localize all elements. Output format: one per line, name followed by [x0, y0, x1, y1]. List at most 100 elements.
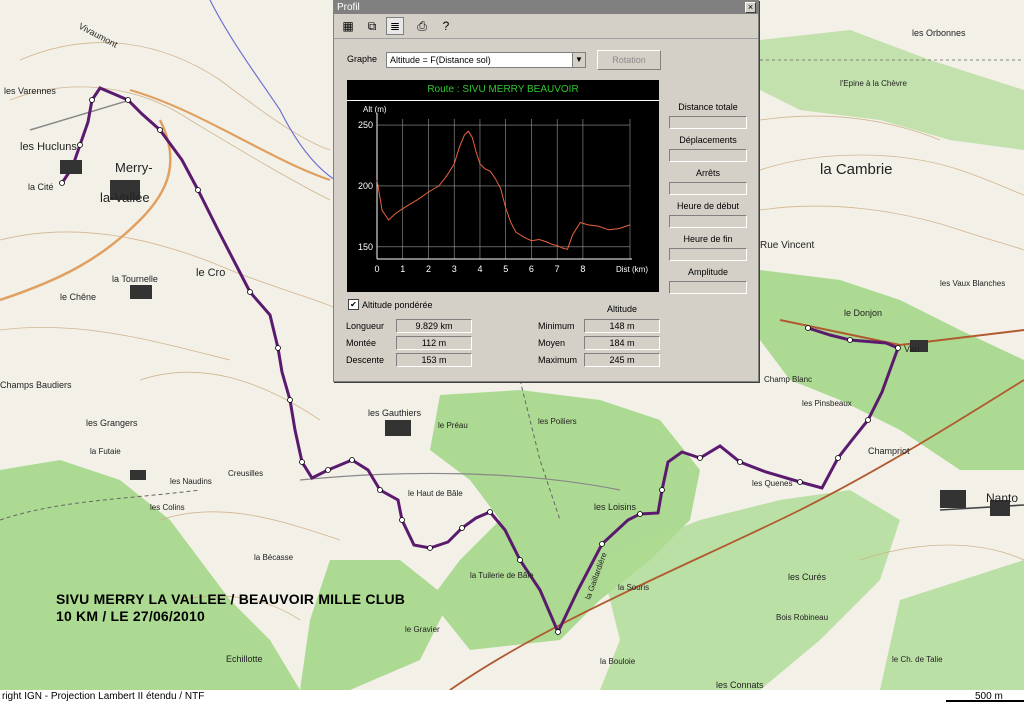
route-caption: SIVU MERRY LA VALLEE / BEAUVOIR MILLE CL…	[56, 591, 405, 625]
x-axis-label: Dist (km)	[616, 265, 648, 274]
help-icon[interactable]: ?	[438, 18, 454, 34]
grid-icon[interactable]: ▦	[340, 18, 356, 34]
place-pinsbeaux: les Pinsbeaux	[802, 399, 852, 408]
x-tick-label: 4	[477, 264, 482, 274]
maximum-value: 245 m	[584, 353, 660, 367]
place-vau: Vau	[904, 344, 919, 354]
altitude-ponderee-label: Altitude pondérée	[362, 300, 433, 310]
place-tournelle: la Tournelle	[112, 274, 158, 284]
descente-label: Descente	[346, 355, 385, 365]
place-bouloie: la Bouloie	[600, 657, 636, 666]
montee-label: Montée	[346, 338, 377, 348]
y-tick-label: 150	[358, 242, 373, 252]
minimum-label: Minimum	[538, 321, 575, 331]
copyright-text: right IGN - Projection Lambert II étendu…	[2, 691, 205, 702]
window-title: Profil	[337, 2, 360, 13]
descente-value: 153 m	[396, 353, 472, 367]
place-nanto: Nanto	[986, 491, 1018, 505]
place-preau: le Préau	[438, 421, 468, 430]
summary-label: Arrêts	[695, 168, 720, 178]
place-vauxblanches: les Vaux Blanches	[940, 279, 1005, 288]
summary-label: Distance totale	[678, 102, 738, 112]
elevation-series-line	[376, 130, 631, 250]
place-cro: le Cro	[196, 267, 225, 279]
print-icon[interactable]: ⎙	[414, 18, 430, 34]
place-chene: le Chêne	[60, 292, 96, 302]
x-tick-label: 5	[503, 264, 508, 274]
summary-value-box	[669, 281, 747, 294]
profile-window[interactable]: Profil × ▦ ⧉ ≣ ⎙ ? Graphe Altitude = F(D…	[333, 0, 759, 382]
place-gravier: le Gravier	[405, 625, 440, 634]
place-colins: les Colins	[150, 503, 185, 512]
place-ruevincent: Rue Vincent	[760, 240, 815, 251]
place-tuilerie: la Tuilerie de Bâle	[470, 571, 534, 580]
summary-value-box	[669, 116, 747, 129]
place-loisins: les Loisins	[594, 502, 637, 512]
minimum-value: 148 m	[584, 319, 660, 333]
longueur-value: 9.829 km	[396, 319, 472, 333]
place-connats: les Connats	[716, 680, 764, 690]
place-poiliers: les Poiliers	[538, 417, 577, 426]
chart-plot: 0 1 2 3 4 5 6 7 8 150 200 250 Alt (m) Dist (km)	[358, 105, 648, 274]
summary-label: Amplitude	[687, 267, 729, 277]
x-tick-label: 7	[555, 264, 560, 274]
place-naudins: les Naudins	[170, 477, 212, 486]
place-grangers: les Grangers	[86, 418, 138, 428]
x-tick-label: 2	[426, 264, 431, 274]
window-toolbar: ▦ ⧉ ≣ ⎙ ?	[334, 14, 758, 39]
rotation-button[interactable]: Rotation	[597, 50, 661, 70]
longueur-label: Longueur	[346, 321, 385, 331]
place-donjon: le Donjon	[844, 308, 882, 318]
elevation-chart: Route : SIVU MERRY BEAUVOIR 0 1 2 3 4 5 6 7 8 150…	[347, 80, 659, 292]
place-becasse: la Bécasse	[254, 553, 294, 562]
place-creusilles: Creusilles	[228, 469, 263, 478]
summary-value-box	[669, 182, 747, 195]
place-gauthiers: les Gauthiers	[368, 408, 422, 418]
route-caption-date: 10 KM / LE 27/06/2010	[56, 608, 205, 624]
place-varennes: les Varennes	[4, 86, 56, 96]
place-champriot: Champriot	[868, 446, 910, 456]
graphe-label: Graphe	[347, 54, 378, 64]
place-cite: la Cité	[28, 182, 54, 192]
moyen-value: 184 m	[584, 336, 660, 350]
place-futaie: la Futaie	[90, 447, 121, 456]
window-titlebar[interactable]: Profil ×	[334, 1, 758, 14]
place-echillotte: Echillotte	[226, 654, 263, 664]
place-hucluns: les Hucluns	[20, 141, 77, 153]
place-orbonnes: les Orbonnes	[912, 28, 966, 38]
chart-title: Route : SIVU MERRY BEAUVOIR	[347, 80, 659, 101]
place-baudiers: Champs Baudiers	[0, 380, 72, 390]
place-merry2: la-Vallée	[100, 190, 150, 205]
summary-label: Heure de début	[676, 201, 740, 211]
moyen-label: Moyen	[538, 338, 566, 348]
graphe-select-value: Altitude = F(Distance sol)	[390, 55, 491, 65]
montee-value: 112 m	[396, 336, 472, 350]
close-button[interactable]: ×	[745, 2, 756, 13]
place-merry1: Merry-	[115, 160, 153, 175]
place-quenes: les Quenes	[752, 479, 792, 488]
route-caption-name: SIVU MERRY LA VALLEE / BEAUVOIR MILLE CL…	[56, 591, 406, 607]
place-hautbale: le Haut de Bâle	[408, 489, 463, 498]
scale-label: 500 m	[975, 691, 1003, 702]
chevron-down-icon[interactable]: ▼	[572, 53, 585, 67]
altitude-header: Altitude	[607, 304, 638, 314]
profile-icon[interactable]: ≣	[386, 17, 404, 35]
place-cambrie: la Cambrie	[820, 161, 893, 178]
y-tick-label: 200	[358, 181, 373, 191]
settings-icon[interactable]: ⧉	[364, 18, 380, 34]
graphe-select[interactable]: Altitude = F(Distance sol) ▼	[386, 52, 586, 68]
y-tick-label: 250	[358, 120, 373, 130]
place-robineau: Bois Robineau	[776, 613, 828, 622]
x-tick-label: 6	[529, 264, 534, 274]
x-tick-label: 3	[452, 264, 457, 274]
x-tick-label: 0	[374, 264, 379, 274]
x-tick-label: 8	[580, 264, 585, 274]
summary-value-box	[669, 248, 747, 261]
summary-value-box	[669, 215, 747, 228]
summary-label: Déplacements	[679, 135, 737, 145]
map-footer: right IGN - Projection Lambert II étendu…	[0, 690, 1024, 704]
altitude-ponderee-checkbox[interactable]: ✔	[348, 299, 359, 310]
summary-label: Heure de fin	[683, 234, 733, 244]
summary-value-box	[669, 149, 747, 162]
place-talie: le Ch. de Talie	[892, 655, 943, 664]
